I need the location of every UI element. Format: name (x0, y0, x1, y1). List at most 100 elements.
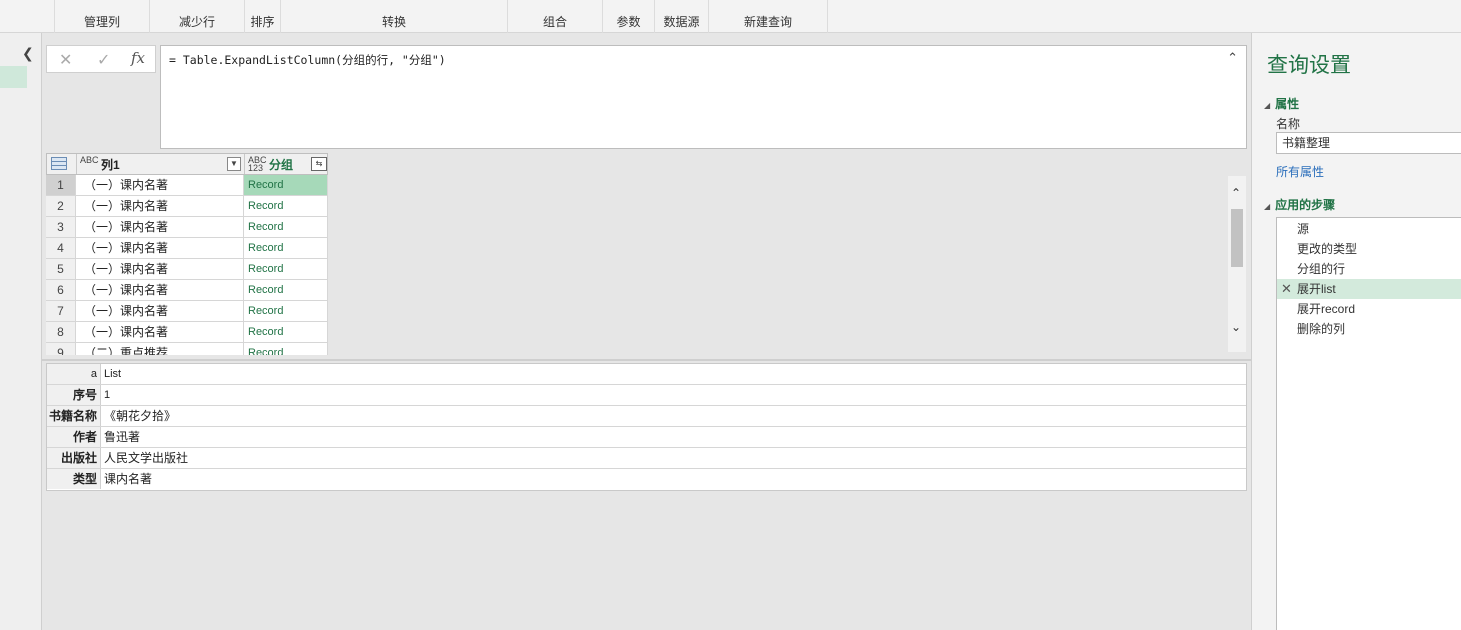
cell-col1[interactable]: （一）课内名著 (76, 238, 244, 259)
ribbon-group-sort[interactable]: 排序 (245, 0, 281, 33)
column-header-group[interactable]: ABC 123 分组 ⇆ (245, 154, 328, 174)
step-item[interactable]: 删除的列 (1277, 319, 1461, 339)
table-menu[interactable] (47, 154, 77, 174)
ribbon-group-blank (0, 0, 55, 33)
cell-record[interactable]: Record (244, 322, 328, 343)
cell-col1[interactable]: （一）课内名著 (76, 259, 244, 280)
cell-col1[interactable]: （一）课内名著 (76, 217, 244, 238)
detail-key: 书籍名称 (47, 406, 101, 426)
ribbon-group-new-query[interactable]: 新建查询 (709, 0, 828, 33)
ribbon-group-manage-columns[interactable]: 管理列 (55, 0, 150, 33)
grid-scrollbar[interactable]: ⌃ ⌄ (1228, 176, 1246, 352)
detail-value: 课内名著 (104, 472, 153, 486)
column-header-col1[interactable]: ABC 列1 ▼ (77, 154, 245, 174)
pane-splitter[interactable] (42, 359, 1251, 361)
ribbon-group-parameters[interactable]: 参数 (603, 0, 655, 33)
cell-col1[interactable]: （一）课内名著 (76, 280, 244, 301)
cell-record[interactable]: Record (244, 280, 328, 301)
cell-record[interactable]: Record (244, 175, 328, 196)
properties-section-header[interactable]: ◢ 属性 (1264, 95, 1299, 112)
all-properties-link[interactable]: 所有属性 (1276, 163, 1324, 180)
detail-value: 《朝花夕拾》 (104, 409, 177, 423)
step-item-selected[interactable]: ✕ 展开list (1277, 279, 1461, 299)
formula-text[interactable]: = Table.ExpandListColumn(分组的行, "分组") (169, 52, 446, 68)
ribbon-group-transform[interactable]: 转换 (281, 0, 508, 33)
table-row[interactable]: 3 （一）课内名著 Record (46, 217, 328, 238)
expand-column-icon[interactable]: ⇆ (311, 157, 327, 171)
step-item[interactable]: 更改的类型 (1277, 239, 1461, 259)
detail-row: 类型 课内名著 (47, 469, 1246, 490)
table-icon (51, 157, 67, 170)
properties-header: 属性 (1275, 97, 1300, 111)
table-row[interactable]: 7 （一）课内名著 Record (46, 301, 328, 322)
cancel-icon[interactable]: ✕ (59, 50, 72, 70)
scrollbar-thumb[interactable] (1231, 209, 1243, 267)
scroll-down-icon[interactable]: ⌄ (1231, 320, 1241, 334)
row-number: 8 (46, 322, 76, 343)
step-label: 更改的类型 (1297, 242, 1358, 256)
data-grid: ABC 列1 ▼ ABC 123 分组 ⇆ 1 （一）课内名著 Record 2… (46, 153, 328, 355)
cell-col1[interactable]: （一）课内名著 (76, 196, 244, 217)
cell-col1[interactable]: （二）重点推荐 (76, 343, 244, 355)
detail-row: 序号 1 (47, 385, 1246, 406)
detail-row: a List (47, 364, 1246, 385)
cell-col1[interactable]: （一）课内名著 (76, 322, 244, 343)
cell-record[interactable]: Record (244, 217, 328, 238)
detail-key: a (47, 364, 101, 384)
step-item[interactable]: 展开record (1277, 299, 1461, 319)
fx-icon[interactable]: fx (131, 49, 145, 67)
query-name-input[interactable]: 书籍整理 (1276, 132, 1461, 154)
delete-step-icon[interactable]: ✕ (1281, 279, 1292, 299)
selected-query-marker[interactable] (0, 66, 27, 88)
ribbon-group-combine[interactable]: 组合 (508, 0, 603, 33)
detail-value: List (104, 368, 122, 380)
formula-bar[interactable]: = Table.ExpandListColumn(分组的行, "分组") ⌃ (160, 45, 1247, 149)
cell-record[interactable]: Record (244, 301, 328, 322)
cell-col1[interactable]: （一）课内名著 (76, 175, 244, 196)
table-row[interactable]: 9 （二）重点推荐 Record (46, 343, 328, 355)
record-detail: a List 序号 1 书籍名称 《朝花夕拾》 作者 鲁迅著 出版社 人民文学出… (46, 363, 1247, 491)
detail-key: 作者 (47, 427, 101, 447)
table-row[interactable]: 1 （一）课内名著 Record (46, 175, 328, 196)
table-row[interactable]: 2 （一）课内名著 Record (46, 196, 328, 217)
any-type-icon[interactable]: ABC 123 (248, 156, 267, 173)
column-name: 列1 (101, 158, 120, 172)
table-row[interactable]: 6 （一）课内名著 Record (46, 280, 328, 301)
row-number: 2 (46, 196, 76, 217)
text-type-icon[interactable]: ABC (80, 156, 99, 165)
table-row[interactable]: 8 （一）课内名著 Record (46, 322, 328, 343)
ribbon-group-data-sources[interactable]: 数据源 (655, 0, 709, 33)
cell-record[interactable]: Record (244, 259, 328, 280)
column-name: 分组 (269, 158, 294, 172)
cell-record[interactable]: Record (244, 343, 328, 355)
ribbon-group-reduce-rows[interactable]: 减少行 (150, 0, 245, 33)
name-label: 名称 (1276, 117, 1301, 131)
step-item[interactable]: 源 (1277, 219, 1461, 239)
detail-key: 序号 (47, 385, 101, 405)
scroll-up-icon[interactable]: ⌃ (1231, 186, 1241, 200)
step-label: 删除的列 (1297, 322, 1346, 336)
detail-value: 人民文学出版社 (104, 451, 189, 465)
step-item[interactable]: 分组的行 (1277, 259, 1461, 279)
ribbon-label: 组合 (542, 15, 567, 29)
cell-record[interactable]: Record (244, 238, 328, 259)
table-row[interactable]: 4 （一）课内名著 Record (46, 238, 328, 259)
filter-dropdown-icon[interactable]: ▼ (227, 157, 241, 171)
chevron-left-icon[interactable]: ❮ (22, 45, 34, 62)
ribbon-label: 管理列 (83, 15, 120, 29)
collapse-triangle-icon[interactable]: ◢ (1264, 101, 1270, 110)
applied-steps-list: 源 更改的类型 分组的行 ✕ 展开list 展开record 删除的列 (1276, 217, 1461, 630)
table-row[interactable]: 5 （一）课内名著 Record (46, 259, 328, 280)
applied-steps-section-header[interactable]: ◢ 应用的步骤 (1264, 196, 1335, 213)
step-label: 源 (1297, 222, 1310, 236)
row-number: 6 (46, 280, 76, 301)
detail-row: 书籍名称 《朝花夕拾》 (47, 406, 1246, 427)
step-label: 展开list (1297, 282, 1336, 296)
check-icon[interactable]: ✓ (97, 50, 110, 70)
row-number: 3 (46, 217, 76, 238)
cell-col1[interactable]: （一）课内名著 (76, 301, 244, 322)
cell-record[interactable]: Record (244, 196, 328, 217)
row-number: 4 (46, 238, 76, 259)
collapse-formula-icon[interactable]: ⌃ (1227, 50, 1238, 66)
collapse-triangle-icon[interactable]: ◢ (1264, 202, 1270, 211)
